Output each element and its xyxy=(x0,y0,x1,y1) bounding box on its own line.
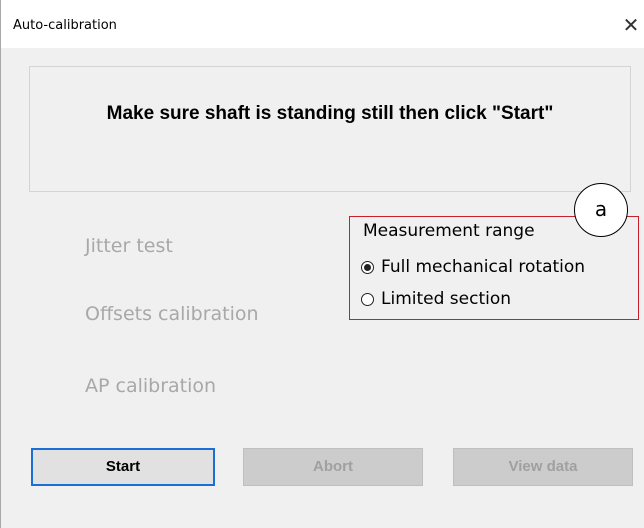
radio-selected-icon[interactable] xyxy=(361,260,374,274)
radio-unselected-icon[interactable] xyxy=(361,292,374,306)
instruction-panel: Make sure shaft is standing still then c… xyxy=(29,66,631,192)
step-offsets-calibration: Offsets calibration xyxy=(85,303,259,325)
step-ap-calibration: AP calibration xyxy=(85,375,217,397)
close-icon[interactable]: ✕ xyxy=(617,10,644,40)
auto-calibration-window: Auto-calibration ✕ Make sure shaft is st… xyxy=(0,0,644,528)
measurement-range-title: Measurement range xyxy=(363,221,541,241)
radio-label: Full mechanical rotation xyxy=(381,257,586,277)
instruction-text: Make sure shaft is standing still then c… xyxy=(106,103,554,124)
window-title: Auto-calibration xyxy=(13,18,117,33)
radio-full-mechanical-rotation[interactable]: Full mechanical rotation xyxy=(361,255,585,279)
view-data-button[interactable]: View data xyxy=(453,448,633,486)
radio-limited-section[interactable]: Limited section xyxy=(361,287,511,311)
title-bar: Auto-calibration ✕ xyxy=(1,0,644,48)
callout-marker: a xyxy=(574,183,628,237)
step-jitter-test: Jitter test xyxy=(85,235,173,257)
start-button[interactable]: Start xyxy=(31,448,215,486)
abort-button[interactable]: Abort xyxy=(243,448,423,486)
radio-label: Limited section xyxy=(381,289,512,309)
